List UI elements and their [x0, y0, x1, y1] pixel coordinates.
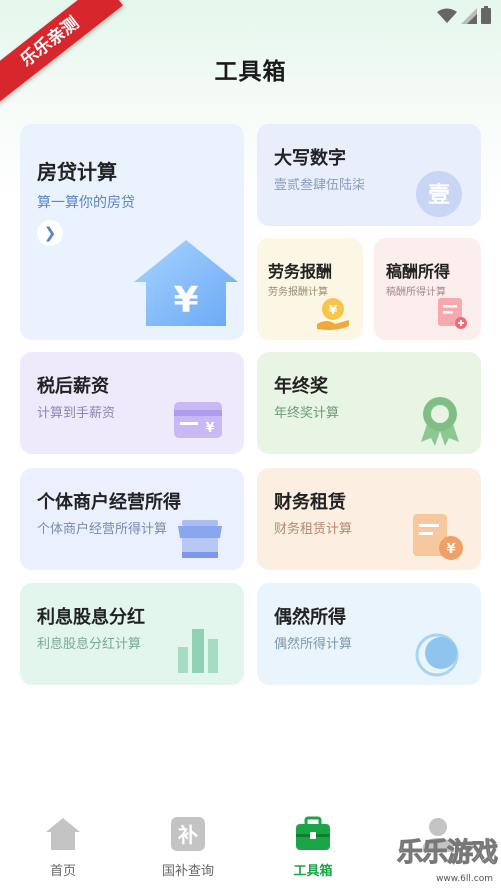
card-title: 大写数字 [274, 148, 346, 169]
card-subtitle: 算一算你的房贷 [37, 195, 135, 211]
tab-home[interactable]: 首页 [18, 816, 108, 879]
bar-chart-icon [178, 629, 218, 673]
svg-text:¥: ¥ [205, 421, 214, 436]
card-title: 税后薪资 [37, 376, 109, 397]
tab-label: 国补查询 [161, 864, 214, 879]
yi-character-icon: 壹 [416, 171, 462, 217]
watermark-brand: 乐乐游戏 [396, 838, 498, 869]
card-title: 年终奖 [274, 376, 328, 397]
chevron-right-icon[interactable]: ❯ [37, 220, 63, 246]
card-subtitle: 年终奖计算 [274, 406, 340, 421]
royalty-income-card[interactable]: 稿酬所得 稿酬所得计算 [374, 238, 481, 340]
home-icon [46, 818, 80, 850]
wifi-icon [437, 8, 457, 23]
signal-icon [461, 8, 477, 24]
card-subtitle: 利息股息分红计算 [37, 637, 142, 652]
card-title: 稿酬所得 [386, 262, 451, 281]
card-title: 个体商户经营所得 [37, 492, 181, 513]
card-subtitle: 偶然所得计算 [274, 637, 353, 652]
bu-icon: 补 [171, 817, 205, 851]
card-subtitle: 计算到手薪资 [37, 406, 116, 421]
card-title: 偶然所得 [274, 607, 346, 628]
year-end-bonus-card[interactable]: 年终奖 年终奖计算 [257, 352, 481, 454]
tab-label: 工具箱 [293, 864, 333, 879]
page-title: 工具箱 [214, 59, 287, 85]
card-title: 利息股息分红 [37, 607, 145, 628]
coin-hand-icon: ¥ [317, 298, 349, 330]
labor-remuneration-card[interactable]: 劳务报酬 劳务报酬计算 ¥ [257, 238, 363, 340]
occasional-income-card[interactable]: 偶然所得 偶然所得计算 [257, 583, 481, 685]
tab-label: 首页 [49, 864, 76, 879]
watermark-url: www.6ll.com [436, 874, 493, 884]
svg-text:¥: ¥ [173, 280, 198, 321]
circles-icon [415, 633, 459, 677]
mortgage-calculator-card[interactable]: 房贷计算 算一算你的房贷 ❯ ¥ [20, 124, 244, 340]
interest-dividend-card[interactable]: 利息股息分红 利息股息分红计算 [20, 583, 244, 685]
card-title: 财务租赁 [274, 492, 346, 513]
toolbox-icon [296, 816, 330, 850]
card-title: 房贷计算 [37, 160, 117, 184]
card-subtitle: 财务租赁计算 [274, 522, 353, 537]
shop-icon [178, 520, 222, 558]
svg-text:¥: ¥ [446, 542, 455, 557]
award-ribbon-icon [421, 397, 459, 446]
card-subtitle: 壹贰叁肆伍陆柒 [274, 178, 366, 193]
card-subtitle: 个体商户经营所得计算 [37, 522, 168, 537]
tab-toolbox[interactable]: 工具箱 [268, 816, 358, 879]
battery-icon [481, 6, 491, 24]
card-yen-icon: ¥ [174, 402, 222, 438]
bu-icon-char: 补 [177, 823, 198, 847]
svg-text:¥: ¥ [329, 303, 338, 317]
svg-text:壹: 壹 [428, 183, 450, 208]
finance-lease-card[interactable]: 财务租赁 财务租赁计算 ¥ [257, 468, 481, 570]
individual-business-card[interactable]: 个体商户经营所得 个体商户经营所得计算 [20, 468, 244, 570]
uppercase-number-card[interactable]: 大写数字 壹贰叁肆伍陆柒 壹 [257, 124, 481, 226]
tab-subsidy-query[interactable]: 补 国补查询 [143, 816, 233, 879]
document-plus-icon [438, 298, 467, 329]
invoice-yen-icon: ¥ [413, 514, 463, 560]
after-tax-salary-card[interactable]: 税后薪资 计算到手薪资 ¥ [20, 352, 244, 454]
house-yen-icon: ¥ [134, 240, 238, 326]
card-title: 劳务报酬 [268, 262, 333, 281]
